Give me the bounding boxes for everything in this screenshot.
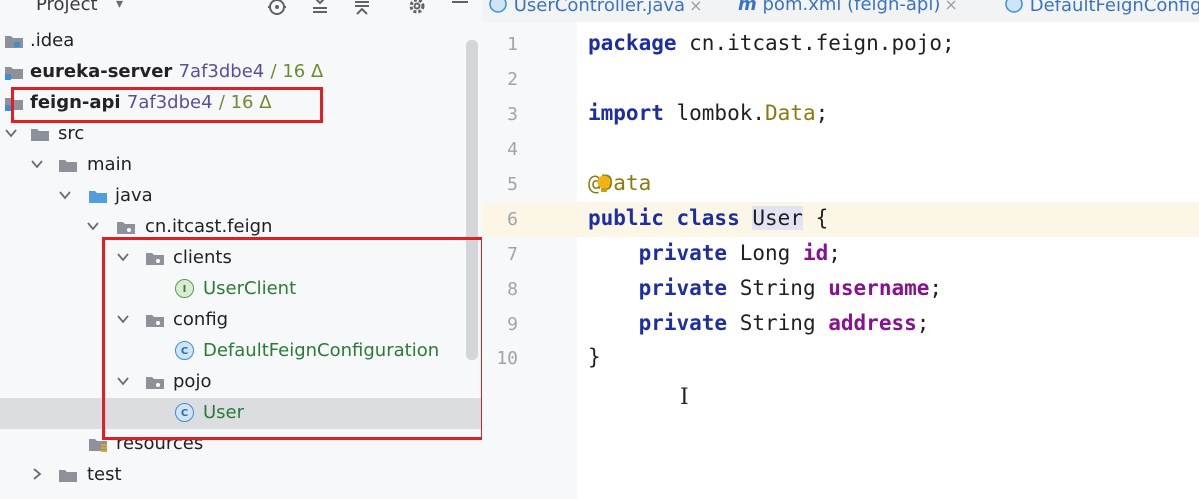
- code-line-field-id: private Long id;: [638, 241, 841, 265]
- line-number: 6: [507, 209, 518, 230]
- tab-defaultfeignconfiguration[interactable]: DefaultFeignConfiguration: [1004, 0, 1199, 22]
- project-tool-window: Project ▾ .idea eureka-server 7af3dbe4 /…: [0, 0, 482, 499]
- folder-icon: [58, 468, 78, 483]
- close-icon[interactable]: ×: [689, 0, 702, 15]
- tree-item-label: java: [115, 185, 153, 206]
- text-cursor: I: [680, 385, 689, 410]
- code-editor[interactable]: 1 2 3 4 5 6 7 8 9 10 package cn.itcast.f…: [482, 22, 1199, 499]
- project-view-title[interactable]: Project: [36, 0, 98, 15]
- editor-tab-bar: UserController.java × m pom.xml (feign-ap…: [482, 0, 1199, 22]
- close-icon[interactable]: ×: [944, 0, 957, 14]
- line-number: 2: [507, 69, 518, 90]
- tab-label: UserController.java: [513, 0, 686, 16]
- hide-panel-icon[interactable]: [450, 0, 470, 21]
- vcs-change-count: / 16 Δ: [270, 61, 324, 82]
- chevron-down-icon[interactable]: [30, 157, 44, 171]
- locate-icon[interactable]: [266, 0, 288, 21]
- line-number: 5: [507, 174, 518, 195]
- code-line-field-address: private String address;: [638, 311, 930, 335]
- vcs-branch-hash: 7af3dbe4: [178, 61, 265, 82]
- tree-item-label: src: [58, 123, 85, 144]
- tree-item-label: main: [87, 154, 132, 175]
- code-line-field-username: private String username;: [638, 276, 943, 300]
- tree-item-label: eureka-server 7af3dbe4 / 16 Δ: [30, 61, 324, 82]
- highlight-box-feign-api: [11, 87, 323, 123]
- tree-item-src[interactable]: src: [0, 119, 482, 150]
- chevron-down-icon[interactable]: ▾: [116, 0, 123, 12]
- line-number: 7: [507, 244, 518, 265]
- code-line-close-brace: }: [588, 345, 601, 369]
- tab-label: pom.xml (feign-api): [762, 0, 941, 15]
- tab-pom-xml[interactable]: m pom.xml (feign-api) ×: [738, 0, 958, 22]
- folder-icon: [4, 34, 24, 49]
- line-number: 9: [507, 314, 518, 335]
- project-header: Project ▾: [0, 0, 482, 22]
- chevron-down-icon[interactable]: [86, 219, 100, 233]
- line-number: 8: [507, 279, 518, 300]
- tree-item-test[interactable]: test: [0, 460, 482, 491]
- collapse-all-icon[interactable]: [352, 0, 372, 21]
- folder-icon: [58, 158, 78, 173]
- tree-item-main[interactable]: main: [0, 150, 482, 181]
- folder-icon: [30, 127, 50, 142]
- gear-icon[interactable]: [406, 0, 428, 21]
- chevron-down-icon[interactable]: [4, 126, 18, 140]
- maven-icon: m: [738, 0, 757, 15]
- tree-item-label: .idea: [30, 30, 75, 51]
- class-icon: [488, 0, 508, 16]
- tree-item-eureka-server[interactable]: eureka-server 7af3dbe4 / 16 Δ: [0, 57, 482, 88]
- tree-item-idea[interactable]: .idea: [0, 26, 482, 57]
- class-icon: [1004, 0, 1024, 16]
- code-line-import: import lombok.Data;: [588, 101, 829, 125]
- tree-item-label: test: [87, 464, 122, 485]
- chevron-right-icon[interactable]: [30, 467, 44, 481]
- highlight-box-packages: [102, 237, 482, 440]
- module-folder-icon: [4, 65, 24, 80]
- chevron-down-icon[interactable]: [58, 188, 72, 202]
- line-number: 4: [507, 139, 518, 160]
- expand-all-icon[interactable]: [310, 0, 330, 21]
- line-number: 1: [507, 34, 518, 55]
- tab-label: DefaultFeignConfiguration: [1029, 0, 1199, 16]
- source-folder-icon: [88, 189, 108, 204]
- lightbulb-icon[interactable]: [596, 174, 612, 196]
- line-number: 10: [496, 348, 518, 369]
- tree-item-label: cn.itcast.feign: [145, 216, 273, 237]
- line-number: 3: [507, 104, 518, 125]
- tree-item-java[interactable]: java: [0, 181, 482, 212]
- code-line-class: public class User {: [588, 206, 829, 230]
- code-line-package: package cn.itcast.feign.pojo;: [588, 31, 955, 55]
- tab-usercontroller[interactable]: UserController.java ×: [488, 0, 703, 22]
- package-icon: [116, 220, 136, 235]
